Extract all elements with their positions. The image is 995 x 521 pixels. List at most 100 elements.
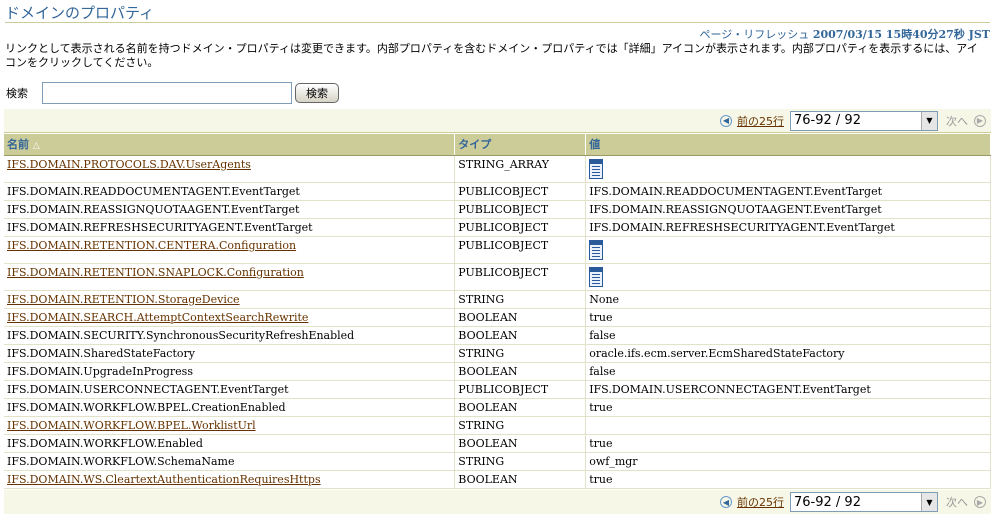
cell-type: BOOLEAN <box>454 362 587 381</box>
table-row: IFS.DOMAIN.REASSIGNQUOTAAGENT.EventTarge… <box>4 200 991 219</box>
title-divider <box>5 22 990 23</box>
cell-value[interactable] <box>585 155 991 183</box>
cell-type: PUBLICOBJECT <box>454 218 587 237</box>
property-name-link[interactable]: IFS.DOMAIN.WORKFLOW.BPEL.WorklistUrl <box>7 419 256 432</box>
property-name-link[interactable]: IFS.DOMAIN.RETENTION.StorageDevice <box>7 293 240 306</box>
previous-rows-link[interactable]: 前の25行 <box>737 494 784 510</box>
cell-name[interactable]: IFS.DOMAIN.PROTOCOLS.DAV.UserAgents <box>4 155 456 183</box>
cell-value[interactable] <box>585 263 991 291</box>
cell-name: IFS.DOMAIN.WORKFLOW.SchemaName <box>4 452 456 471</box>
cell-value: true <box>585 308 991 327</box>
cell-value: true <box>585 434 991 453</box>
refresh-label: ページ・リフレッシュ <box>699 28 810 41</box>
table-row: IFS.DOMAIN.WORKFLOW.SchemaName STRING owf_… <box>4 452 991 471</box>
cell-name[interactable]: IFS.DOMAIN.SEARCH.AttemptContextSearchRe… <box>4 308 456 327</box>
search-button[interactable]: 検索 <box>295 83 339 103</box>
property-name-link[interactable]: IFS.DOMAIN.PROTOCOLS.DAV.UserAgents <box>7 158 251 171</box>
cell-value: IFS.DOMAIN.REASSIGNQUOTAAGENT.EventTarge… <box>585 200 991 219</box>
property-name-link[interactable]: IFS.DOMAIN.SEARCH.AttemptContextSearchRe… <box>7 311 308 324</box>
property-name: IFS.DOMAIN.UpgradeInProgress <box>7 364 193 378</box>
chevron-down-icon[interactable]: ▼ <box>921 111 937 130</box>
cell-type: PUBLICOBJECT <box>454 200 587 219</box>
search-bar: 検索 検索 <box>6 82 339 104</box>
table-row: IFS.DOMAIN.USERCONNECTAGENT.EventTarget P… <box>4 380 991 399</box>
cell-type: PUBLICOBJECT <box>454 182 587 201</box>
next-icon: ▶ <box>974 114 986 127</box>
previous-rows-link[interactable]: 前の25行 <box>737 113 784 129</box>
property-name-link[interactable]: IFS.DOMAIN.RETENTION.SNAPLOCK.Configurat… <box>7 266 304 279</box>
cell-type: STRING <box>454 344 587 363</box>
cell-name[interactable]: IFS.DOMAIN.RETENTION.CENTERA.Configurati… <box>4 236 456 264</box>
cell-value: false <box>585 362 991 381</box>
property-name: IFS.DOMAIN.REASSIGNQUOTAAGENT.EventTarge… <box>7 202 300 216</box>
table-row: IFS.DOMAIN.RETENTION.CENTERA.Configurati… <box>4 236 991 264</box>
domain-properties-table: 名前 △ タイプ 値 IFS.DOMAIN.PROTOCOLS.DAV.User… <box>4 134 991 489</box>
cell-type: BOOLEAN <box>454 326 587 345</box>
cell-value: oracle.ifs.ecm.server.EcmSharedStateFact… <box>585 344 991 363</box>
cell-value: owf_mgr <box>585 452 991 471</box>
property-name: IFS.DOMAIN.USERCONNECTAGENT.EventTarget <box>7 382 289 396</box>
details-icon[interactable] <box>589 158 604 179</box>
property-name: IFS.DOMAIN.SharedStateFactory <box>7 346 195 360</box>
details-icon[interactable] <box>589 266 604 287</box>
search-input[interactable] <box>42 82 292 104</box>
cell-value[interactable] <box>585 236 991 264</box>
range-select[interactable]: 76-92 / 92 ▼ <box>790 110 938 131</box>
property-name-link[interactable]: IFS.DOMAIN.RETENTION.CENTERA.Configurati… <box>7 239 296 252</box>
sort-ascending-icon: △ <box>32 141 40 152</box>
property-name: IFS.DOMAIN.READDOCUMENTAGENT.EventTarget <box>7 184 300 198</box>
cell-value: IFS.DOMAIN.REFRESHSECURITYAGENT.EventTar… <box>585 218 991 237</box>
cell-type: STRING <box>454 452 587 471</box>
page-refresh-info: ページ・リフレッシュ 2007/03/15 15時40分27秒 JST <box>700 26 990 42</box>
next-rows-label: 次へ <box>946 496 968 509</box>
range-select[interactable]: 76-92 / 92 ▼ <box>790 492 938 512</box>
cell-value <box>585 416 991 435</box>
cell-name: IFS.DOMAIN.WORKFLOW.Enabled <box>4 434 456 453</box>
cell-type: BOOLEAN <box>454 470 587 489</box>
property-name: IFS.DOMAIN.REFRESHSECURITYAGENT.EventTar… <box>7 220 313 234</box>
cell-value: true <box>585 398 991 417</box>
table-row: IFS.DOMAIN.WORKFLOW.Enabled BOOLEAN true <box>4 434 991 453</box>
cell-value: IFS.DOMAIN.READDOCUMENTAGENT.EventTarget <box>585 182 991 201</box>
property-name-link[interactable]: IFS.DOMAIN.WS.CleartextAuthenticationReq… <box>7 473 321 486</box>
table-row: IFS.DOMAIN.READDOCUMENTAGENT.EventTarget… <box>4 182 991 201</box>
cell-name[interactable]: IFS.DOMAIN.RETENTION.SNAPLOCK.Configurat… <box>4 263 456 291</box>
table-row: IFS.DOMAIN.RETENTION.StorageDevice STRING… <box>4 290 991 309</box>
cell-name: IFS.DOMAIN.UpgradeInProgress <box>4 362 456 381</box>
property-name: IFS.DOMAIN.SECURITY.SynchronousSecurityR… <box>7 328 355 342</box>
details-icon[interactable] <box>589 239 604 260</box>
cell-name[interactable]: IFS.DOMAIN.WS.CleartextAuthenticationReq… <box>4 470 456 489</box>
table-row: IFS.DOMAIN.WORKFLOW.BPEL.WorklistUrl STRI… <box>4 416 991 435</box>
property-name: IFS.DOMAIN.WORKFLOW.Enabled <box>7 436 203 450</box>
cell-type: PUBLICOBJECT <box>454 236 587 264</box>
cell-name: IFS.DOMAIN.REASSIGNQUOTAAGENT.EventTarge… <box>4 200 456 219</box>
table-row: IFS.DOMAIN.SharedStateFactory STRING oracl… <box>4 344 991 363</box>
cell-name: IFS.DOMAIN.SECURITY.SynchronousSecurityR… <box>4 326 456 345</box>
cell-type: STRING <box>454 290 587 309</box>
cell-name: IFS.DOMAIN.SharedStateFactory <box>4 344 456 363</box>
cell-type: STRING_ARRAY <box>454 155 587 183</box>
cell-name[interactable]: IFS.DOMAIN.RETENTION.StorageDevice <box>4 290 456 309</box>
column-header-value: 値 <box>585 134 991 156</box>
page-title: ドメインのプロパティ <box>5 4 155 22</box>
refresh-timestamp: 2007/03/15 15時40分27秒 JST <box>812 28 990 41</box>
column-header-name[interactable]: 名前 △ <box>4 134 456 156</box>
pagination-bottom: ◀ 前の25行 76-92 / 92 ▼ 次へ ▶ <box>4 490 991 514</box>
cell-name: IFS.DOMAIN.USERCONNECTAGENT.EventTarget <box>4 380 456 399</box>
previous-icon[interactable]: ◀ <box>720 496 732 508</box>
cell-name: IFS.DOMAIN.WORKFLOW.BPEL.CreationEnabled <box>4 398 456 417</box>
pagination-top: ◀ 前の25行 76-92 / 92 ▼ 次へ ▶ <box>4 109 991 133</box>
table-row: IFS.DOMAIN.UpgradeInProgress BOOLEAN false <box>4 362 991 381</box>
column-header-type[interactable]: タイプ <box>454 134 587 156</box>
cell-type: BOOLEAN <box>454 398 587 417</box>
cell-value: IFS.DOMAIN.USERCONNECTAGENT.EventTarget <box>585 380 991 399</box>
cell-name[interactable]: IFS.DOMAIN.WORKFLOW.BPEL.WorklistUrl <box>4 416 456 435</box>
chevron-down-icon[interactable]: ▼ <box>921 493 937 511</box>
range-select-value: 76-92 / 92 <box>794 494 861 510</box>
cell-value: None <box>585 290 991 309</box>
table-row: IFS.DOMAIN.REFRESHSECURITYAGENT.EventTar… <box>4 218 991 237</box>
previous-icon[interactable]: ◀ <box>720 114 732 127</box>
table-header-row: 名前 △ タイプ 値 <box>4 134 991 156</box>
cell-type: BOOLEAN <box>454 434 587 453</box>
cell-value: true <box>585 470 991 489</box>
